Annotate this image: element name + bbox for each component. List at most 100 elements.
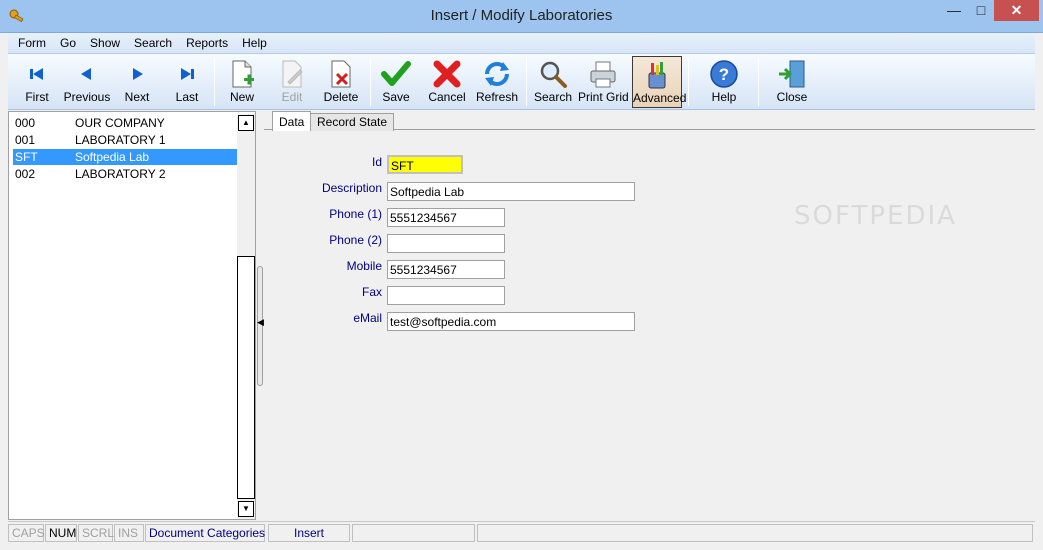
edit-button[interactable]: Edit [270,56,314,108]
id-label: Id [371,155,382,169]
list-item-selected[interactable]: SFT Softpedia Lab [13,149,238,165]
previous-label: Previous [63,90,111,104]
new-label: New [229,90,254,104]
menu-reports[interactable]: Reports [179,33,235,53]
triangle-down-icon: ▼ [242,504,250,513]
phone1-label: Phone (1) [329,207,382,221]
scroll-thumb[interactable] [237,256,255,499]
status-ins: INS [114,524,144,542]
cancel-button[interactable]: Cancel [424,56,470,108]
last-record-icon [181,68,194,80]
status-empty-2 [477,524,1033,542]
scroll-up-button[interactable]: ▲ [238,115,254,131]
close-button[interactable]: Close [770,56,814,108]
list-item-code: 002 [15,167,36,181]
advanced-label: Advanced [633,91,687,105]
new-document-icon [232,60,254,88]
list-item-code: 000 [15,116,36,130]
delete-button[interactable]: Delete [318,56,364,108]
search-label: Search [533,90,573,104]
list-item[interactable]: 001 LABORATORY 1 [13,132,238,148]
scroll-down-button[interactable]: ▼ [238,501,254,517]
save-label: Save [382,90,410,104]
help-button[interactable]: ? Help [702,56,746,108]
first-record-icon [30,68,43,80]
last-label: Last [175,90,199,104]
last-button[interactable]: Last [164,56,210,108]
triangle-up-icon: ▲ [242,118,250,127]
close-label: Close [776,90,808,104]
refresh-button[interactable]: Refresh [474,56,520,108]
save-button[interactable]: Save [374,56,418,108]
mobile-label: Mobile [346,259,382,273]
description-field[interactable]: Softpedia Lab [387,182,635,201]
list-item-name: LABORATORY 2 [75,167,166,181]
refresh-icon [485,62,509,86]
next-record-icon [133,68,143,80]
first-button[interactable]: First [14,56,60,108]
status-bar: CAPS NUM SCRL INS Document Categories In… [8,521,1035,543]
tab-bar: Data Record State [264,111,1035,131]
cancel-label: Cancel [428,90,466,104]
minimize-button[interactable]: — [940,0,968,21]
cancel-x-icon [433,60,461,88]
delete-label: Delete [323,90,359,104]
new-button[interactable]: New [220,56,264,108]
next-label: Next [124,90,150,104]
status-caps: CAPS [8,524,45,542]
next-button[interactable]: Next [114,56,160,108]
menu-bar: Form Go Show Search Reports Help [8,33,1035,54]
help-question-icon: ? [710,60,738,88]
list-item[interactable]: 002 LABORATORY 2 [13,166,238,182]
refresh-label: Refresh [475,90,519,104]
email-field[interactable]: test@softpedia.com [387,312,635,331]
print-grid-button[interactable]: Print Grid [578,56,629,108]
menu-help[interactable]: Help [235,33,274,53]
description-label: Description [321,181,382,195]
print-grid-label: Print Grid [578,90,629,104]
mobile-field[interactable]: 5551234567 [387,260,505,279]
search-button[interactable]: Search [530,56,576,108]
previous-button[interactable]: Previous [62,56,112,108]
fax-field[interactable] [387,286,505,305]
close-window-button[interactable]: ✕ [994,0,1039,21]
edit-document-icon [282,60,303,88]
maximize-button[interactable]: □ [968,0,994,21]
exit-door-icon [779,60,805,88]
toolbar-separator [214,58,215,106]
list-item-name: LABORATORY 1 [75,133,166,147]
menu-show[interactable]: Show [83,33,127,53]
phone1-field[interactable]: 5551234567 [387,208,505,227]
checkmark-icon [381,61,411,86]
id-field[interactable]: SFT [387,155,463,174]
list-scrollbar[interactable]: ▲ ▼ [237,114,255,519]
panel-splitter[interactable]: ◀ [256,111,264,520]
data-form: SOFTPEDIA Id SFT Description Softpedia L… [264,131,1035,520]
status-document: Document Categories [145,524,265,542]
advanced-button[interactable]: Advanced [632,56,687,108]
list-item[interactable]: 000 OUR COMPANY [13,115,238,131]
window-title: Insert / Modify Laboratories [430,7,613,24]
toolbar: First Previous Next Last New Edit Delete… [8,54,1035,110]
magnifier-icon [540,61,567,88]
phone2-field[interactable] [387,234,505,253]
status-scrl: SCRL [78,524,114,542]
menu-go[interactable]: Go [53,33,83,53]
tab-data[interactable]: Data [272,111,312,131]
status-empty-1 [352,524,475,542]
toolbar-separator [526,58,527,106]
toolbar-separator [370,58,371,106]
list-item-name: OUR COMPANY [75,116,165,130]
collapse-left-icon[interactable]: ◀ [257,317,264,328]
first-label: First [25,90,49,104]
laboratory-list[interactable]: 000 OUR COMPANY 001 LABORATORY 1 SFT Sof… [8,111,256,520]
menu-search[interactable]: Search [127,33,179,53]
svg-text:?: ? [719,65,729,84]
previous-record-icon [81,68,91,80]
list-item-name: Softpedia Lab [75,150,150,164]
tab-record-state[interactable]: Record State [310,113,395,131]
printer-icon [590,61,616,88]
list-item-code: SFT [15,150,38,164]
menu-form[interactable]: Form [8,33,53,53]
status-num: NUM [45,524,77,542]
